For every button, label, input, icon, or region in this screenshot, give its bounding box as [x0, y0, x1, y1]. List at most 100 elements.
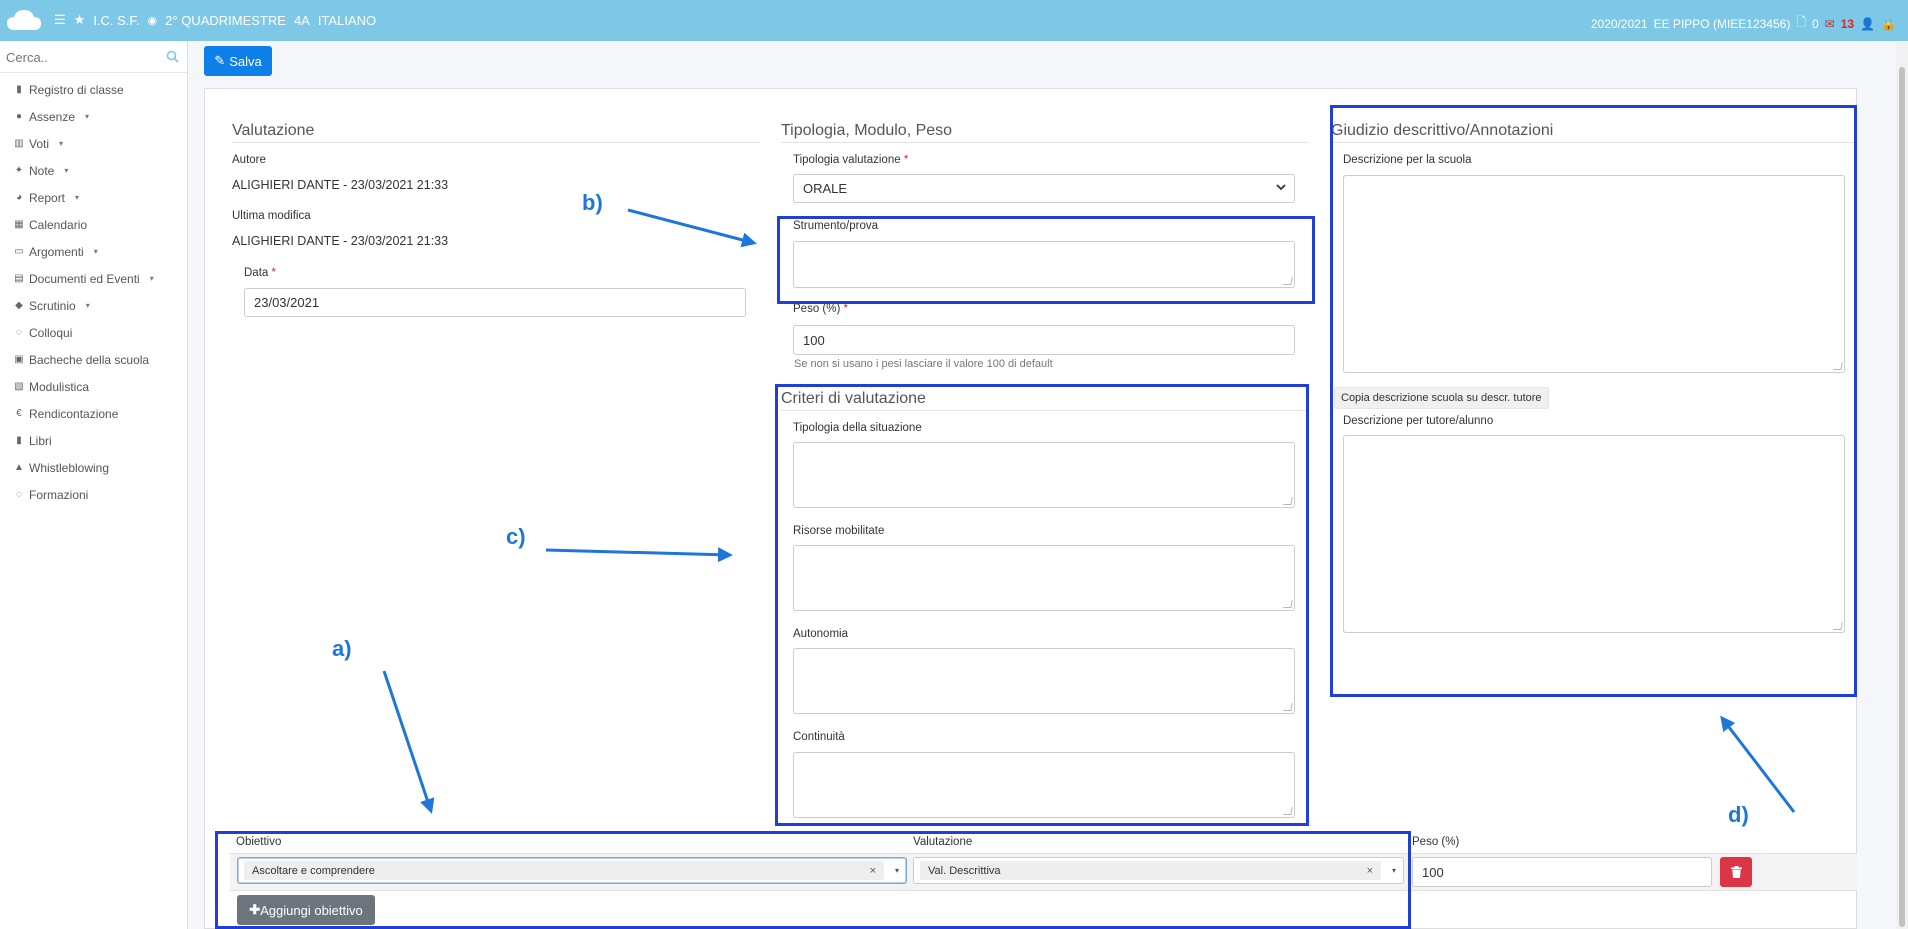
highlight-box-b — [777, 216, 1315, 304]
sidebar-item-label: Report — [29, 190, 66, 205]
sidebar-search — [0, 41, 187, 73]
valutazione-title: Valutazione — [232, 122, 760, 143]
peso-input[interactable]: 100 — [793, 325, 1295, 355]
document-icon: ▤ — [14, 273, 24, 284]
sidebar-item-label: Argomenti — [29, 244, 84, 259]
sidebar-item-label: Colloqui — [29, 325, 73, 340]
caret-down-icon: ▾ — [64, 166, 69, 175]
callout-c: c) — [506, 524, 526, 549]
page-scrollbar[interactable] — [1896, 41, 1908, 929]
caret-down-icon: ▾ — [75, 193, 80, 202]
sidebar-item-label: Formazioni — [29, 487, 89, 502]
graduation-cap-icon: ◆ — [15, 300, 23, 311]
school-name[interactable]: I.C. S.F. — [93, 13, 139, 28]
chat-icon: ◌ — [16, 327, 22, 338]
sidebar-item-label: Libri — [29, 433, 52, 448]
modifica-label: Ultima modifica — [232, 210, 311, 222]
sidebar-item-report[interactable]: ◕ Report ▾ — [0, 184, 187, 211]
lock-icon[interactable]: 🔒 — [1881, 17, 1896, 31]
delete-objective-button[interactable] — [1720, 857, 1752, 887]
document-icon[interactable]: 🗋 — [1796, 13, 1806, 34]
tipologia-title: Tipologia, Modulo, Peso — [781, 122, 1309, 143]
board-icon: ▣ — [14, 354, 24, 365]
caret-down-icon: ▾ — [93, 247, 98, 256]
tipologia-select[interactable]: ORALE — [793, 174, 1295, 203]
caret-down-icon: ▾ — [149, 274, 154, 283]
search-icon[interactable] — [166, 50, 179, 63]
cloud-logo-icon[interactable] — [6, 8, 42, 32]
sidebar-item-registro-di-classe[interactable]: ▮ Registro di classe — [0, 76, 187, 103]
autore-label: Autore — [232, 154, 266, 166]
star-icon[interactable]: ★ — [74, 12, 86, 28]
user-icon: ● — [15, 111, 23, 122]
sidebar-item-label: Documenti ed Eventi — [29, 271, 140, 286]
sidebar-item-label: Voti — [29, 136, 50, 151]
save-button-label: Salva — [229, 53, 262, 69]
tipologia-select-value: ORALE — [803, 181, 848, 196]
sidebar-item-assenze[interactable]: ● Assenze ▾ — [0, 103, 187, 130]
sidebar-item-argomenti[interactable]: ▭ Argomenti ▾ — [0, 238, 187, 265]
modifica-value: ALIGHIERI DANTE - 23/03/2021 21:33 — [232, 234, 449, 248]
caret-down-icon: ▾ — [85, 301, 90, 310]
class-label[interactable]: 4A — [294, 13, 310, 28]
sidebar-item-formazioni[interactable]: ◌ Formazioni — [0, 481, 187, 508]
sidebar-item-rendicontazione[interactable]: € Rendicontazione — [0, 400, 187, 427]
chat-icon: ◌ — [16, 489, 22, 500]
sidebar-item-label: Assenze — [29, 109, 76, 124]
sidebar-item-note[interactable]: ✦ Note ▾ — [0, 157, 187, 184]
mail-icon[interactable]: ✉ — [1825, 17, 1835, 31]
highlight-box-d — [1330, 105, 1857, 697]
period-label[interactable]: 2° QUADRIMESTRE — [165, 13, 286, 28]
school-year: 2020/2021 — [1590, 16, 1648, 31]
sidebar-item-calendario[interactable]: ▦ Calendario — [0, 211, 187, 238]
sidebar-item-label: Note — [29, 163, 55, 178]
highlight-box-a — [215, 831, 1411, 929]
sidebar-item-modulistica[interactable]: ▧ Modulistica — [0, 373, 187, 400]
sidebar-item-label: Modulistica — [29, 379, 90, 394]
peso-label: Peso (%) * — [793, 303, 848, 315]
sidebar-item-documenti-ed-eventi[interactable]: ▤ Documenti ed Eventi ▾ — [0, 265, 187, 292]
user-name[interactable]: EE PIPPO (MIEE123456) — [1654, 17, 1791, 31]
scrollbar-thumb[interactable] — [1899, 67, 1905, 927]
autore-value: ALIGHIERI DANTE - 23/03/2021 21:33 — [232, 178, 449, 192]
sidebar-item-whistleblowing[interactable]: ▲ Whistleblowing — [0, 454, 187, 481]
sidebar-item-label: Bacheche della scuola — [29, 352, 150, 367]
pie-chart-icon: ◕ — [15, 192, 23, 203]
mail-count: 13 — [1840, 16, 1855, 31]
callout-a: a) — [332, 636, 352, 661]
top-bar: ☰ ★ I.C. S.F. ◉ 2° QUADRIMESTRE 4A ITALI… — [0, 0, 1908, 41]
user-icon[interactable]: 👤 — [1860, 17, 1875, 31]
user-area: 2020/2021 EE PIPPO (MIEE123456) 🗋 0 ✉ 13 👤… — [1591, 13, 1896, 34]
sidebar-item-scrutinio[interactable]: ◆ Scrutinio ▾ — [0, 292, 187, 319]
trash-icon — [1730, 866, 1742, 878]
sidebar-item-label: Registro di classe — [29, 82, 124, 97]
peso-header: Peso (%) — [1412, 836, 1460, 848]
sidebar-item-label: Scrutinio — [29, 298, 76, 313]
sidebar-item-bacheche-della-scuola[interactable]: ▣ Bacheche della scuola — [0, 346, 187, 373]
save-button[interactable]: ✎ Salva — [204, 46, 272, 76]
data-label: Data * — [244, 267, 276, 279]
sidebar-item-voti[interactable]: ▥ Voti ▾ — [0, 130, 187, 157]
objective-peso-input[interactable]: 100 — [1412, 857, 1712, 887]
data-input[interactable]: 23/03/2021 — [244, 288, 746, 317]
callout-b: b) — [582, 190, 603, 215]
hamburger-menu-icon[interactable]: ☰ — [54, 12, 66, 28]
sidebar-menu: ▮ Registro di classe ● Assenze ▾ ▥ Voti ▾ ✦ Note ▾… — [0, 73, 187, 508]
book-icon: ▮ — [16, 84, 22, 95]
highlight-box-c — [775, 384, 1309, 826]
lock-icon: ▲ — [14, 462, 24, 473]
search-input[interactable] — [0, 41, 187, 73]
edit-icon: ✎ — [214, 53, 226, 68]
subject-label[interactable]: ITALIANO — [318, 13, 376, 28]
sidebar-item-label: Rendicontazione — [29, 406, 119, 421]
folder-icon: ▭ — [14, 246, 24, 257]
chevron-down-icon — [1276, 184, 1286, 191]
docs-count: 0 — [1811, 16, 1819, 31]
sidebar-item-label: Whistleblowing — [29, 460, 110, 475]
clipboard-icon: ▧ — [14, 381, 24, 392]
callout-d: d) — [1728, 802, 1749, 827]
sidebar-item-colloqui[interactable]: ◌ Colloqui — [0, 319, 187, 346]
sidebar-item-libri[interactable]: ▮ Libri — [0, 427, 187, 454]
peso-hint: Se non si usano i pesi lasciare il valor… — [794, 358, 1053, 370]
calendar-icon: ▦ — [14, 219, 24, 230]
